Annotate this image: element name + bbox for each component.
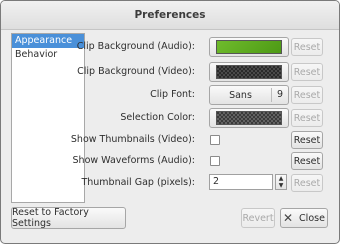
show-thumbnails-label: Show Thumbnails (Video): [70,134,195,145]
window-title: Preferences [134,9,206,21]
row-show-waveforms: Show Waveforms (Audio): Reset [73,151,325,171]
selection-color-swatch [216,111,282,125]
show-thumbnails-checkbox[interactable] [210,135,220,145]
clip-bg-video-color-button[interactable] [209,62,289,82]
spin-down-icon[interactable]: ▼ [276,182,286,189]
clip-bg-audio-reset-button[interactable]: Reset [291,38,323,56]
row-clip-font: Clip Font: Sans 9 Reset [89,85,325,105]
show-waveforms-label: Show Waveforms (Audio): [72,155,195,166]
thumbnail-gap-reset-button[interactable]: Reset [291,174,323,192]
spin-up-icon[interactable]: ▲ [276,175,286,182]
row-thumbnail-gap: Thumbnail Gap (pixels): 2 ▲ ▼ Reset [81,173,325,193]
row-show-thumbnails: Show Thumbnails (Video): Reset [71,130,325,150]
selection-color-label: Selection Color: [120,112,195,123]
thumbnail-gap-input[interactable]: 2 [209,174,273,190]
close-button-label: Close [299,212,325,224]
selection-color-reset-button[interactable]: Reset [291,109,323,127]
clip-font-reset-button[interactable]: Reset [291,86,323,104]
close-icon: ✕ [283,211,294,225]
selection-color-button[interactable] [209,108,289,128]
close-button[interactable]: ✕ Close [280,208,328,228]
revert-button[interactable]: Revert [241,208,275,228]
thumbnail-gap-spinner[interactable]: ▲ ▼ [275,174,287,190]
clip-font-label: Clip Font: [150,89,195,100]
sidebar-item-appearance[interactable]: Appearance [12,34,84,48]
sidebar: Appearance Behavior [11,33,85,203]
row-selection-color: Selection Color: Reset [89,108,325,128]
sidebar-item-behavior[interactable]: Behavior [12,48,84,62]
show-waveforms-checkbox[interactable] [210,156,220,166]
clip-bg-video-label: Clip Background (Video): [77,66,195,77]
clip-bg-video-reset-button[interactable]: Reset [291,63,323,81]
titlebar[interactable]: Preferences [1,1,339,30]
show-thumbnails-reset-button[interactable]: Reset [291,131,323,149]
row-clip-bg-video: Clip Background (Video): Reset [77,62,325,82]
clip-bg-audio-color-button[interactable] [209,37,289,57]
row-clip-bg-audio: Clip Background (Audio): Reset [77,37,325,57]
clip-font-button[interactable]: Sans 9 [209,85,289,105]
reset-factory-button[interactable]: Reset to Factory Settings [11,207,126,229]
clip-font-name: Sans [229,89,252,101]
thumbnail-gap-label: Thumbnail Gap (pixels): [81,177,195,188]
show-waveforms-reset-button[interactable]: Reset [291,152,323,170]
preferences-window: Preferences Appearance Behavior Clip Bac… [0,0,340,244]
clip-font-size: 9 [271,88,288,102]
clip-bg-audio-swatch [216,40,282,54]
clip-bg-audio-label: Clip Background (Audio): [76,41,195,52]
clip-bg-video-swatch [216,65,282,79]
